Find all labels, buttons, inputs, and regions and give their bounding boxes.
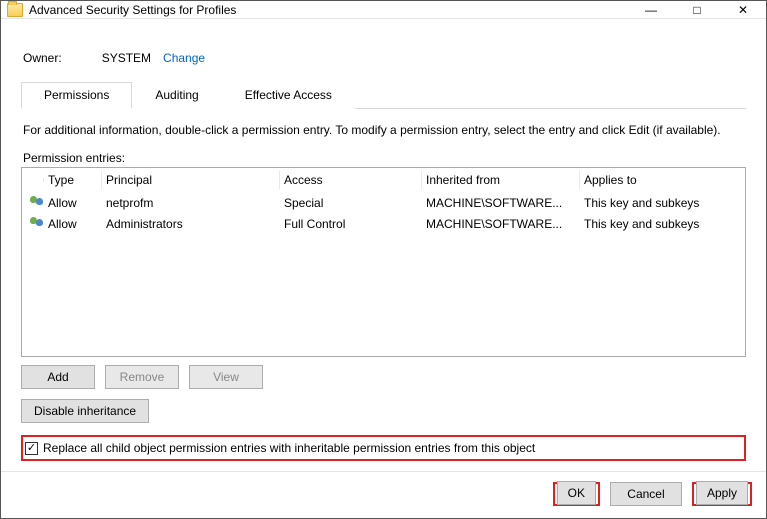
replace-children-checkbox[interactable]: ✓ (25, 442, 38, 455)
entry-buttons: Add Remove View (21, 365, 746, 389)
ok-highlight: OK (553, 482, 600, 506)
cell-inherited: MACHINE\SOFTWARE... (422, 216, 580, 232)
cell-type: Allow (44, 216, 102, 232)
permissions-grid[interactable]: Type Principal Access Inherited from App… (21, 167, 746, 357)
window-controls: — □ ✕ (628, 1, 766, 18)
info-text: For additional information, double-click… (23, 123, 744, 137)
cell-access: Special (280, 195, 422, 211)
cell-access: Full Control (280, 216, 422, 232)
cell-type: Allow (44, 195, 102, 211)
cell-inherited: MACHINE\SOFTWARE... (422, 195, 580, 211)
col-type[interactable]: Type (44, 171, 102, 189)
apply-button[interactable]: Apply (696, 481, 748, 505)
col-inherited[interactable]: Inherited from (422, 171, 580, 189)
ok-button[interactable]: OK (557, 481, 596, 505)
table-row[interactable]: Allow netprofm Special MACHINE\SOFTWARE.… (22, 192, 745, 213)
tab-permissions[interactable]: Permissions (21, 82, 132, 109)
col-principal[interactable]: Principal (102, 171, 280, 189)
user-group-icon (30, 194, 44, 208)
col-access[interactable]: Access (280, 171, 422, 189)
owner-value: SYSTEM (102, 51, 151, 65)
replace-children-label: Replace all child object permission entr… (43, 441, 535, 455)
disable-inheritance-button[interactable]: Disable inheritance (21, 399, 149, 423)
remove-button: Remove (105, 365, 179, 389)
tabs: Permissions Auditing Effective Access (21, 81, 746, 109)
entries-label: Permission entries: (23, 151, 744, 165)
tab-effective-access[interactable]: Effective Access (222, 82, 355, 109)
change-owner-link[interactable]: Change (163, 51, 205, 65)
col-applies[interactable]: Applies to (580, 171, 741, 189)
user-group-icon (30, 215, 44, 229)
window: Advanced Security Settings for Profiles … (0, 0, 767, 519)
cell-applies: This key and subkeys (580, 195, 741, 211)
client-area: Owner: SYSTEM Change Permissions Auditin… (1, 19, 766, 471)
apply-highlight: Apply (692, 482, 752, 506)
owner-label: Owner: (23, 51, 62, 65)
view-button: View (189, 365, 263, 389)
cell-principal: netprofm (102, 195, 280, 211)
cell-principal: Administrators (102, 216, 280, 232)
window-title: Advanced Security Settings for Profiles (29, 3, 236, 17)
cancel-button[interactable]: Cancel (610, 482, 682, 506)
titlebar: Advanced Security Settings for Profiles … (1, 1, 766, 19)
table-row[interactable]: Allow Administrators Full Control MACHIN… (22, 213, 745, 234)
tab-auditing[interactable]: Auditing (132, 82, 221, 109)
close-button[interactable]: ✕ (720, 1, 766, 18)
inheritance-buttons: Disable inheritance (21, 399, 746, 423)
add-button[interactable]: Add (21, 365, 95, 389)
replace-children-row[interactable]: ✓ Replace all child object permission en… (21, 435, 746, 461)
folder-icon (7, 3, 23, 17)
dialog-footer: OK Cancel Apply (1, 471, 766, 518)
owner-row: Owner: SYSTEM Change (23, 51, 746, 65)
cell-applies: This key and subkeys (580, 216, 741, 232)
minimize-button[interactable]: — (628, 1, 674, 18)
grid-header: Type Principal Access Inherited from App… (22, 168, 745, 192)
maximize-button[interactable]: □ (674, 1, 720, 18)
